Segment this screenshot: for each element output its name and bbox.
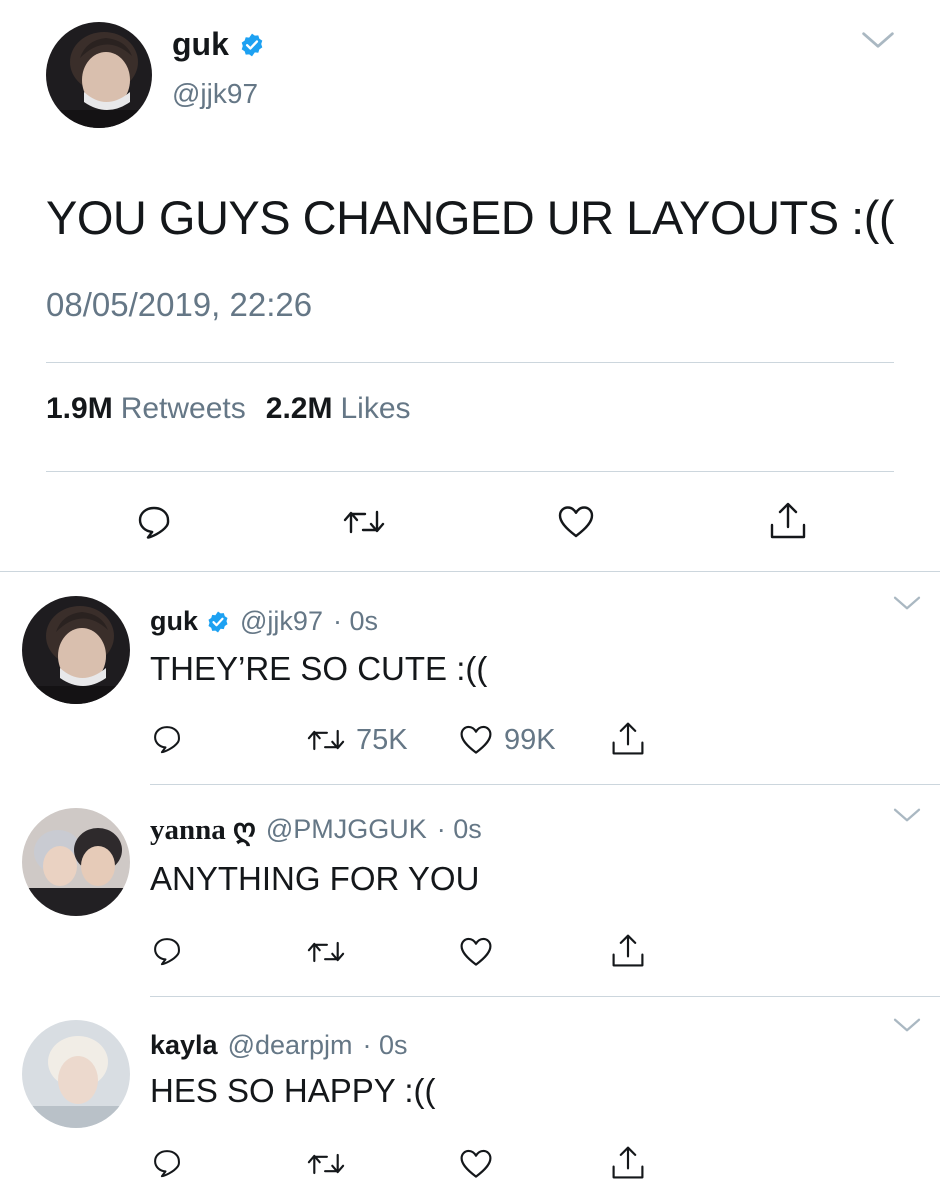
reply-text: HES SO HAPPY :(( (150, 1072, 436, 1109)
reply-handle[interactable]: @jjk97 (240, 606, 323, 637)
author-name-row[interactable]: guk (172, 26, 265, 63)
reply-text: ANYTHING FOR YOU (150, 860, 480, 897)
reply-button[interactable] (150, 934, 184, 968)
like-button[interactable] (458, 1146, 494, 1182)
reply-author-name[interactable]: guk (150, 606, 198, 637)
reply-avatar[interactable] (22, 596, 130, 704)
share-button[interactable] (610, 1144, 646, 1182)
chevron-down-icon[interactable] (860, 28, 896, 52)
reply-handle[interactable]: @PMJGGUK (266, 814, 427, 845)
reply-button[interactable] (150, 1146, 184, 1180)
heart-icon[interactable] (556, 502, 596, 542)
heart-icon (458, 1146, 494, 1182)
chevron-down-icon[interactable] (892, 806, 922, 824)
reply-time: · 0s (332, 606, 378, 636)
verified-badge-icon (239, 32, 265, 58)
retweets-label[interactable]: Retweets (121, 392, 246, 426)
reply-header: guk @jjk97 · 0s (150, 606, 378, 637)
reply-header: yanna ღ @PMJGGUK · 0s (150, 812, 482, 847)
reply-time: · 0s (362, 1030, 408, 1060)
reply-text: THEY’RE SO CUTE :(( (150, 650, 488, 687)
reply-icon (150, 722, 184, 756)
reply-author-name[interactable]: kayla (150, 1030, 218, 1061)
share-icon[interactable] (768, 500, 808, 542)
retweet-icon (306, 722, 346, 758)
share-icon (610, 932, 646, 970)
retweet-button[interactable] (306, 934, 346, 970)
divider (46, 471, 894, 472)
divider (0, 571, 940, 572)
verified-badge-icon (206, 610, 230, 634)
divider (150, 996, 940, 997)
tweet-text: YOU GUYS CHANGED UR LAYOUTS :(( (46, 191, 895, 244)
heart-icon (458, 722, 494, 758)
reply-icon[interactable] (134, 502, 174, 542)
engagement-stats: 1.9M Retweets 2.2M Likes (46, 392, 411, 426)
retweet-icon (306, 934, 346, 970)
reply-author-name[interactable]: yanna ღ (150, 812, 256, 847)
share-icon (610, 1144, 646, 1182)
reply-time: · 0s (436, 814, 482, 844)
reply-button[interactable] (150, 722, 184, 756)
divider (150, 784, 940, 785)
chevron-down-icon[interactable] (892, 1016, 922, 1034)
author-handle[interactable]: @jjk97 (172, 78, 258, 110)
author-avatar[interactable] (46, 22, 152, 128)
author-name: guk (172, 26, 229, 62)
divider (46, 362, 894, 363)
retweets-count[interactable]: 1.9M (46, 392, 113, 426)
chevron-down-icon[interactable] (892, 594, 922, 612)
retweet-icon[interactable] (342, 502, 386, 542)
reply-header: kayla @dearpjm · 0s (150, 1030, 408, 1061)
like-button[interactable] (458, 934, 494, 970)
like-count: 99K (504, 723, 556, 756)
like-button[interactable]: 99K (458, 722, 556, 758)
share-button[interactable] (610, 720, 646, 758)
share-button[interactable] (610, 932, 646, 970)
heart-icon (458, 934, 494, 970)
retweet-button[interactable] (306, 1146, 346, 1182)
reply-avatar[interactable] (22, 1020, 130, 1128)
retweet-icon (306, 1146, 346, 1182)
reply-icon (150, 1146, 184, 1180)
likes-label[interactable]: Likes (340, 392, 410, 426)
retweet-button[interactable]: 75K (306, 722, 408, 758)
likes-count[interactable]: 2.2M (266, 392, 333, 426)
reply-icon (150, 934, 184, 968)
share-icon (610, 720, 646, 758)
retweet-count: 75K (356, 723, 408, 756)
reply-avatar[interactable] (22, 808, 130, 916)
tweet-timestamp: 08/05/2019, 22:26 (46, 286, 313, 323)
reply-handle[interactable]: @dearpjm (228, 1030, 353, 1061)
